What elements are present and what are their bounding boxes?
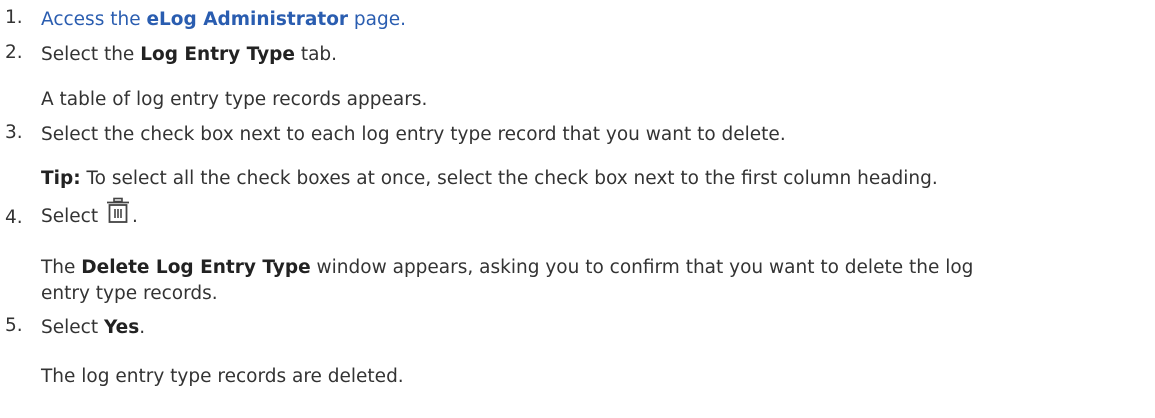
step-2: 2. Select the Log Entry Type tab. [5,42,337,68]
step-result-continued: entry type records. [41,283,218,304]
step-number: 5. [5,315,23,336]
tip-label: Tip: [41,168,81,189]
step-2-result: A table of log entry type records appear… [5,87,427,113]
step-text: Select Yes. [41,317,146,338]
step-5-result: The log entry type records are deleted. [5,364,404,390]
step-text: Select . [41,197,138,235]
step-4-result: The Delete Log Entry Type window appears… [5,255,973,307]
step-text: Select the Log Entry Type tab. [41,44,338,65]
step-number: 3. [5,122,23,143]
step-text: Access the eLog Administrator page. [41,7,406,33]
tip-note: Tip: To select all the check boxes at on… [41,168,938,189]
step-result: The Delete Log Entry Type window appears… [41,257,974,278]
step-number: 1. [5,7,23,28]
step-1: 1. Access the eLog Administrator page. [5,7,406,33]
step-5: 5. Select Yes. [5,315,145,341]
step-number: 4. [5,207,23,228]
step-result: A table of log entry type records appear… [41,89,428,110]
step-text: Select the check box next to each log en… [41,124,786,145]
step-4: 4. Select . [5,197,138,235]
step-3-tip: Tip: To select all the check boxes at on… [5,166,938,192]
tab-name: Log Entry Type [140,44,295,65]
button-name: Yes [103,317,140,338]
trash-icon [106,197,129,223]
step-number: 2. [5,42,23,63]
step-3: 3. Select the check box next to each log… [5,122,786,148]
step-result: The log entry type records are deleted. [41,366,404,387]
elog-administrator-link[interactable]: Access the eLog Administrator page. [41,9,406,30]
window-name: Delete Log Entry Type [81,257,311,278]
